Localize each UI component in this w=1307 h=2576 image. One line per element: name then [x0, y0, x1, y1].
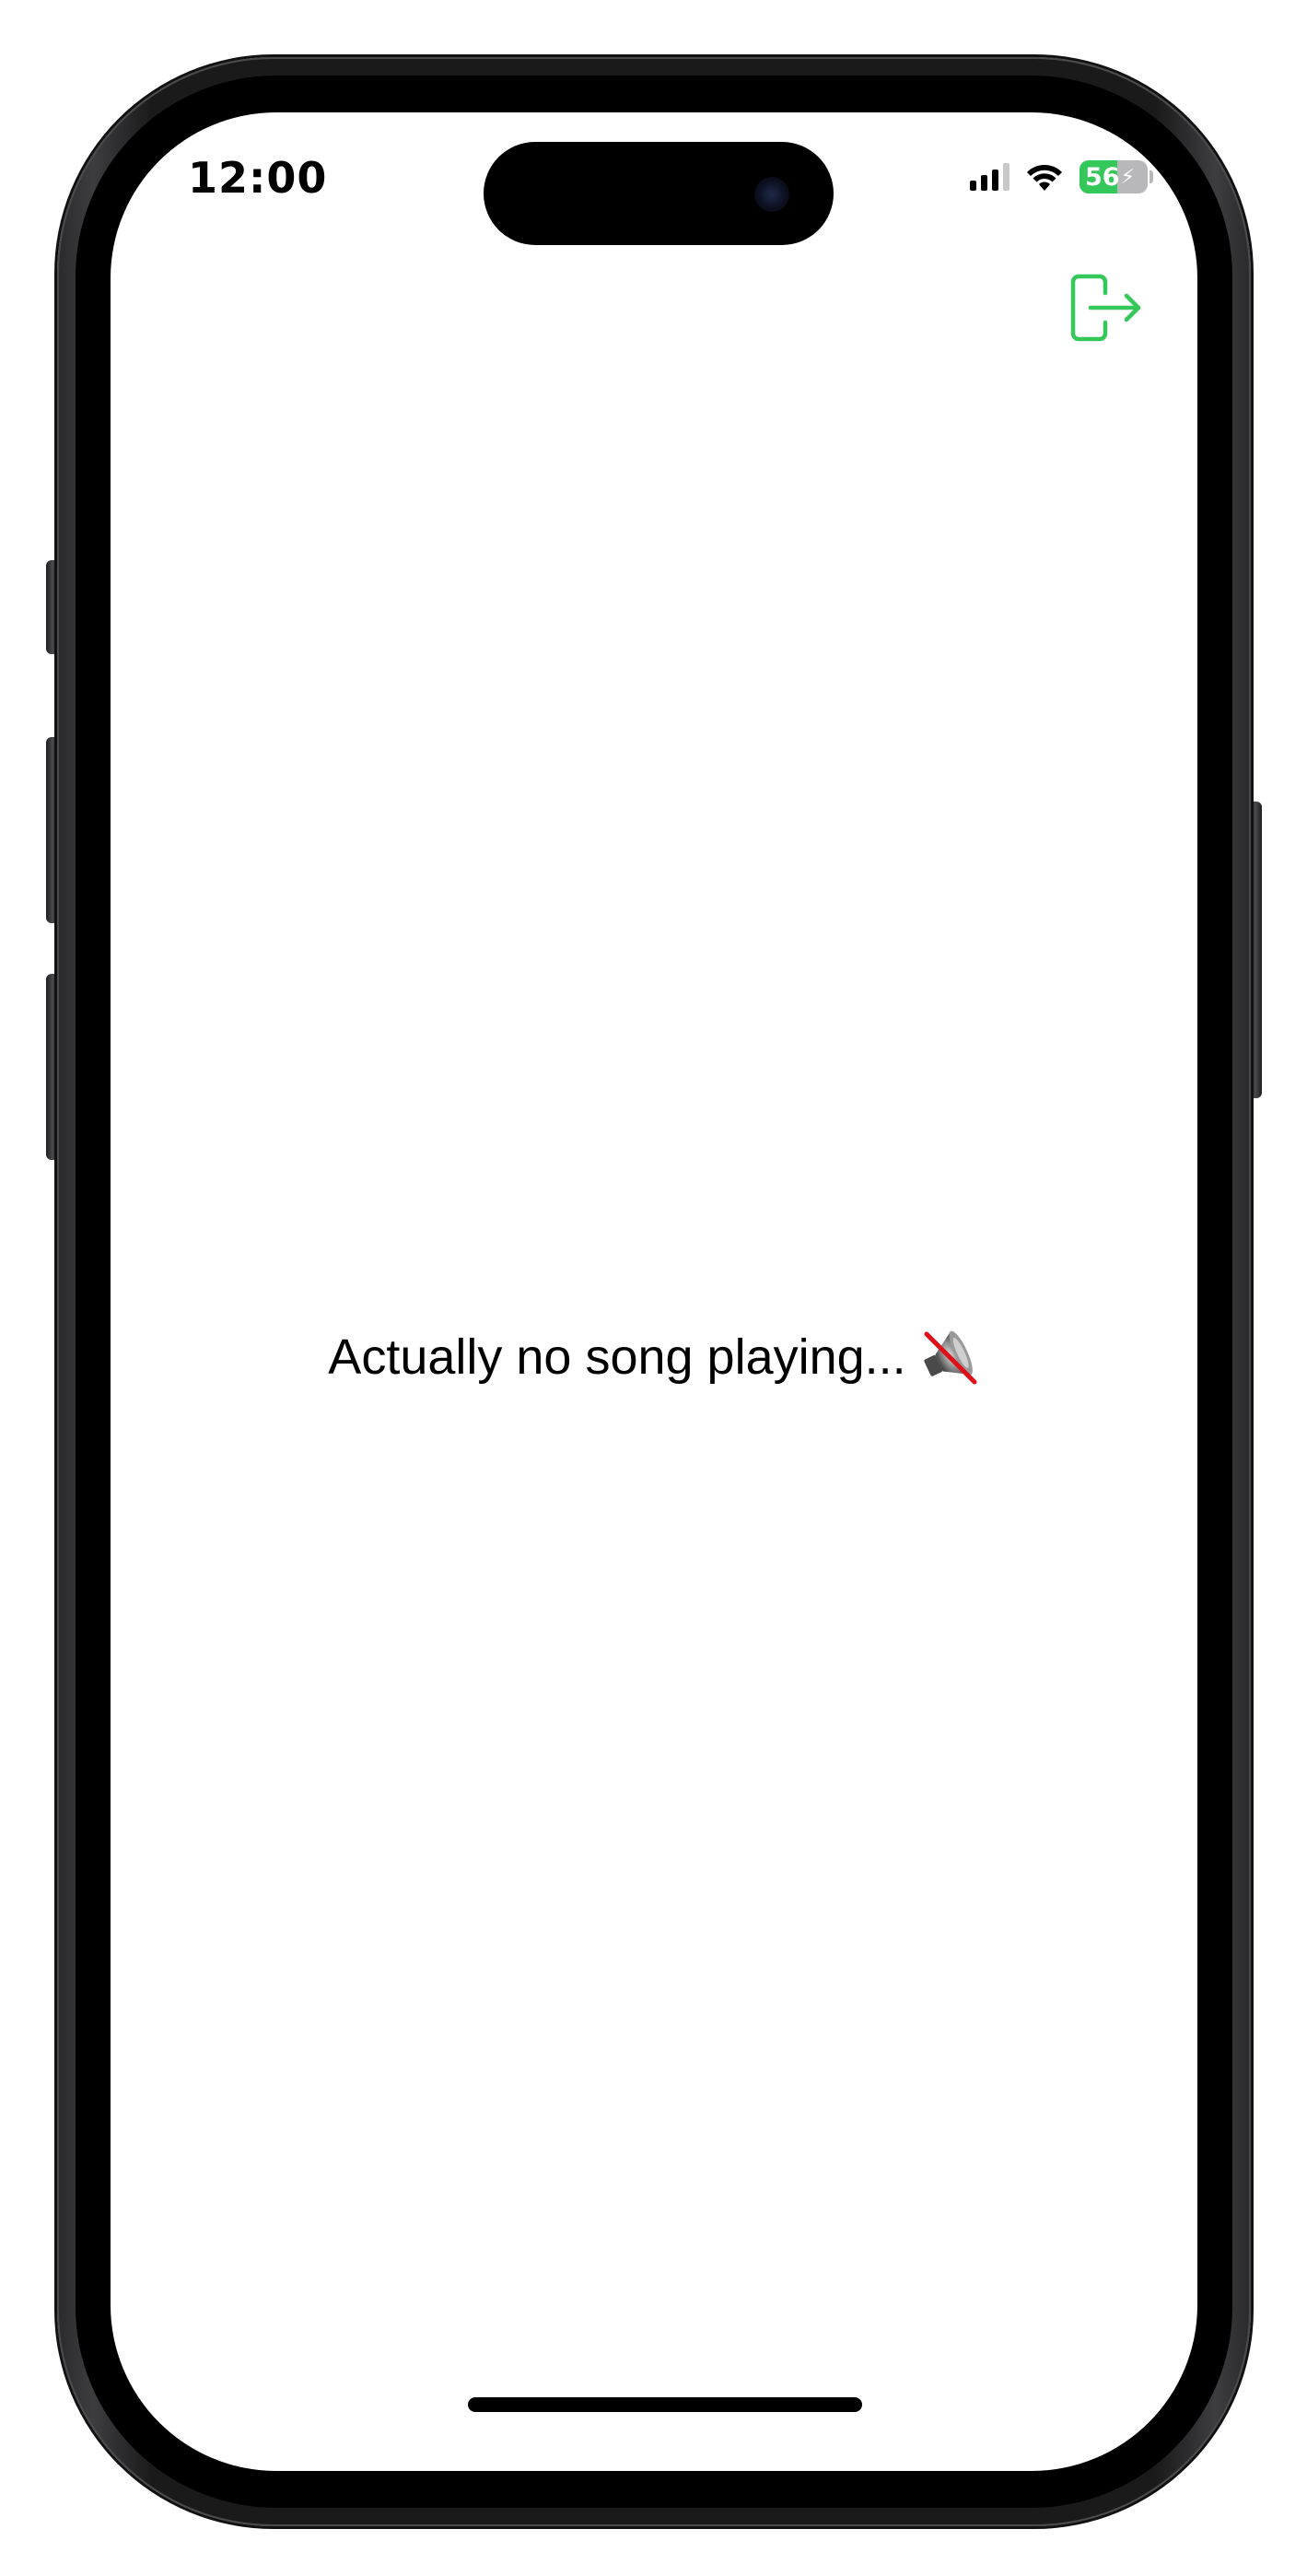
battery-indicator: 56 ⚡: [1079, 160, 1153, 193]
battery-level: 56: [1085, 162, 1120, 192]
status-time: 12:00: [188, 153, 328, 203]
wifi-icon: [1027, 164, 1062, 191]
empty-state: Actually no song playing...: [111, 1327, 1197, 1388]
logout-button[interactable]: [1065, 269, 1148, 352]
no-song-message: Actually no song playing...: [328, 1329, 906, 1385]
device-mockup: 12:00 56 ⚡ Actually no song playing...: [0, 0, 1307, 2576]
app-screen: 12:00 56 ⚡ Actually no song playing...: [111, 112, 1197, 2471]
home-indicator[interactable]: [468, 2397, 862, 2412]
battery-icon: 56 ⚡: [1079, 160, 1148, 193]
muted-speaker-icon: [924, 1330, 977, 1385]
status-indicators: 56 ⚡: [970, 160, 1153, 193]
battery-cap: [1149, 170, 1153, 183]
front-camera-icon: [754, 177, 789, 212]
logout-arrow-icon: [1070, 274, 1141, 342]
dynamic-island: [484, 142, 834, 245]
power-button: [1249, 802, 1262, 1098]
cellular-signal-icon: [970, 163, 1009, 191]
charging-bolt-icon: ⚡: [1120, 165, 1136, 188]
